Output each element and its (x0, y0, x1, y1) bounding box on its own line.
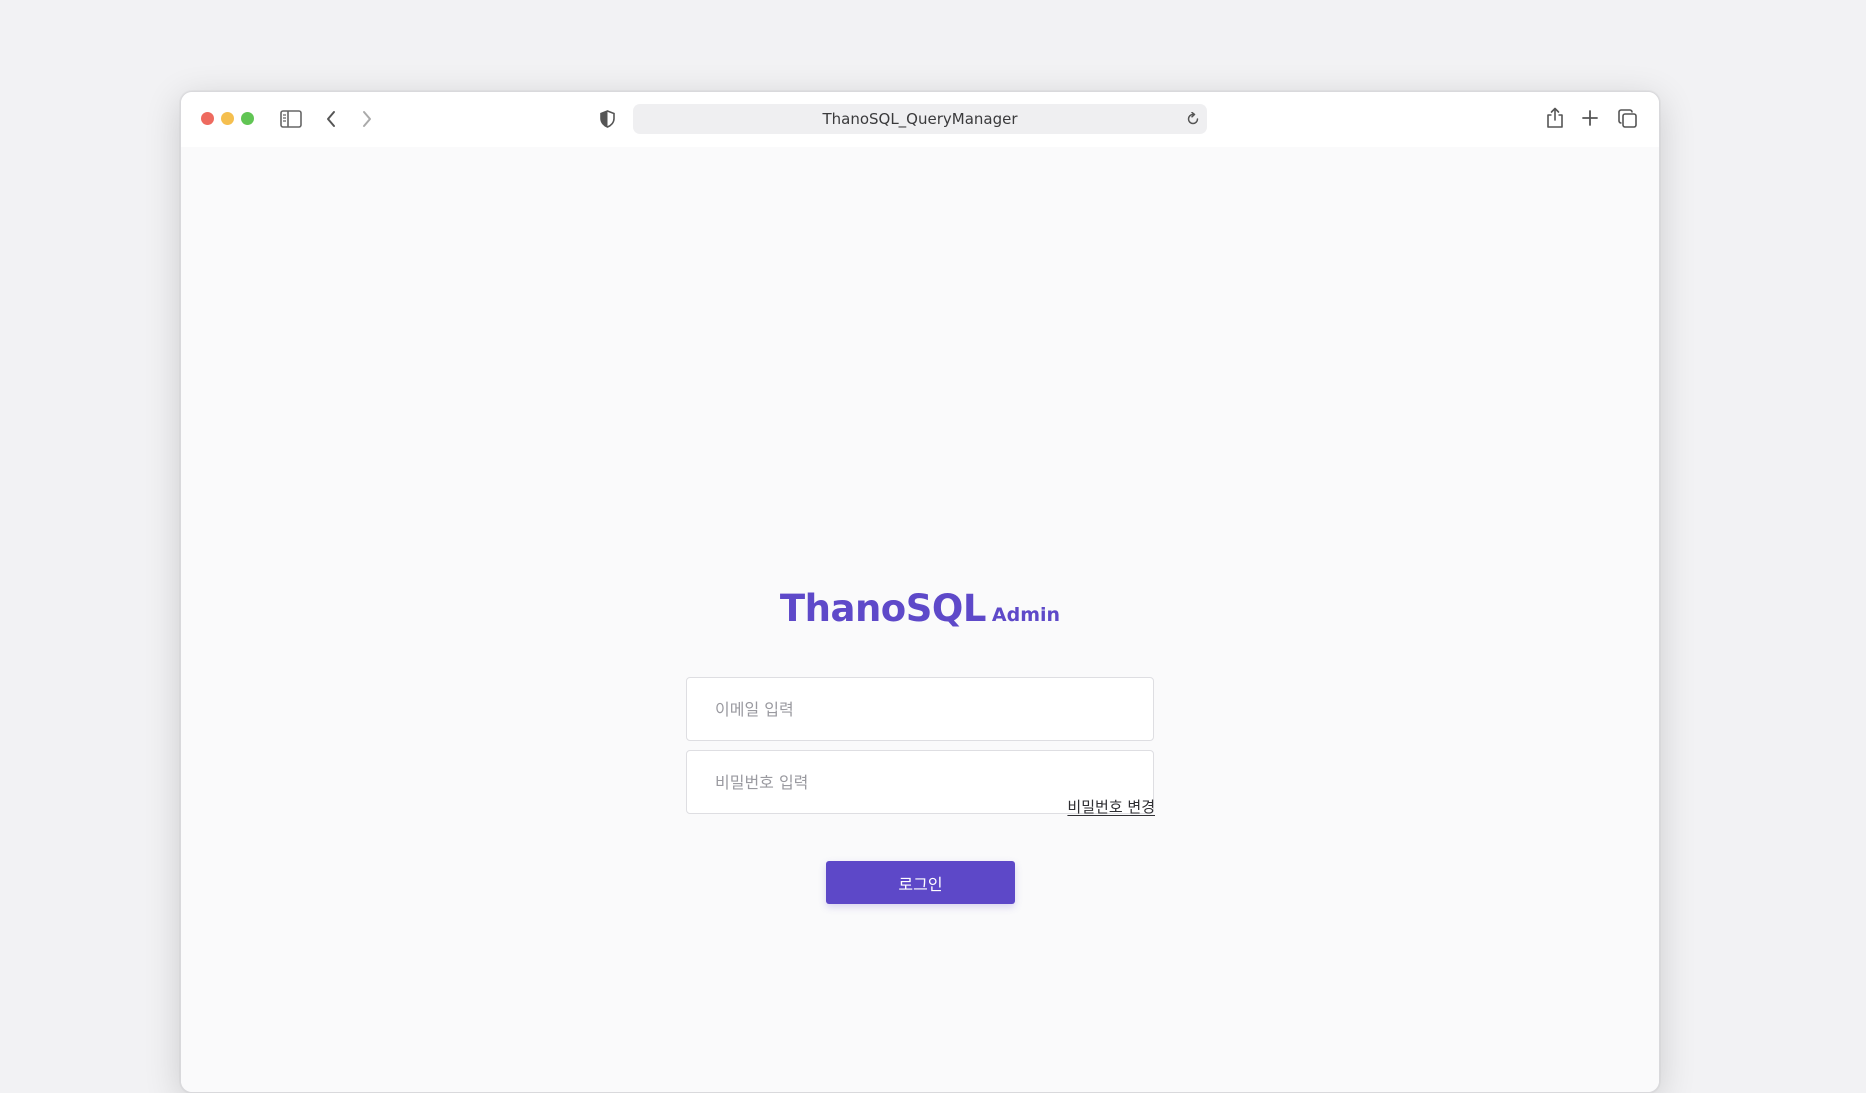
address-bar-title: ThanoSQL_QueryManager (822, 110, 1018, 128)
address-bar[interactable]: ThanoSQL_QueryManager (633, 104, 1207, 134)
shield-icon[interactable] (599, 109, 615, 129)
login-button[interactable]: 로그인 (826, 861, 1015, 904)
close-window-button[interactable] (201, 112, 214, 125)
brand-name: ThanoSQL (779, 587, 987, 630)
chevron-left-icon[interactable] (323, 108, 339, 130)
browser-window: ThanoSQL_QueryManager ThanoSQL Admin 이메일… (180, 91, 1660, 1093)
sidebar-icon[interactable] (280, 109, 302, 129)
plus-icon[interactable] (1581, 109, 1599, 127)
brand-suffix: Admin (991, 604, 1061, 626)
browser-toolbar: ThanoSQL_QueryManager (181, 92, 1659, 147)
chevron-right-icon[interactable] (359, 108, 375, 130)
change-password-link[interactable]: 비밀번호 변경 (1067, 796, 1155, 817)
share-icon[interactable] (1545, 106, 1565, 130)
zoom-window-button[interactable] (241, 112, 254, 125)
brand-title: ThanoSQL Admin (181, 587, 1659, 630)
page-content: ThanoSQLAdmin 비밀번호 변경 로그인 (181, 147, 1659, 1092)
minimize-window-button[interactable] (221, 112, 234, 125)
email-input[interactable] (686, 677, 1154, 741)
reload-icon[interactable] (1185, 111, 1201, 127)
tabs-overview-icon[interactable] (1617, 108, 1637, 128)
